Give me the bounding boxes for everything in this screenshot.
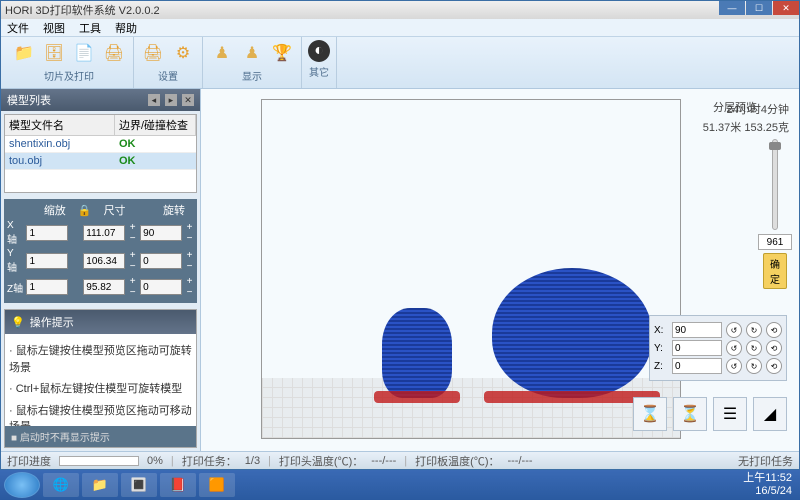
system-tray[interactable]: 上午11:52 16/5/24 (743, 472, 796, 498)
print-icon[interactable]: 🖨 (101, 40, 127, 66)
bulb-icon: 💡 (11, 316, 25, 329)
rot-cw-icon[interactable]: ↻ (746, 358, 762, 374)
taskbar: 🌐 📁 🔳 📕 🟧 上午11:52 16/5/24 (0, 470, 800, 500)
menubar: 文件 视图 工具 帮助 (1, 19, 799, 37)
statusbar: 打印进度 0% | 打印任务：1/3 | 打印头温度(℃)：---/--- | … (1, 451, 799, 469)
layer-slider[interactable]: 确定 (765, 139, 785, 289)
group-slice-label: 切片及打印 (44, 68, 94, 83)
group-other-label: 其它 (309, 64, 329, 79)
app-title: HORI 3D打印软件系统 V2.0.0.2 (5, 2, 160, 18)
viewport[interactable]: 24小时4分钟 51.37米 153.25克 分层预览 确定 X: ↺ ↻ ⟲ … (201, 89, 799, 451)
gear-icon[interactable]: ⚙ (170, 40, 196, 66)
disc-icon[interactable]: ◐ (308, 40, 330, 62)
open-icon[interactable]: 📁 (11, 40, 37, 66)
xyz-panel: X: ↺ ↻ ⟲ Y: ↺ ↻ ⟲ Z: ↺ ↻ (649, 315, 787, 381)
pawn2-icon[interactable]: ♟ (239, 40, 265, 66)
plus-minus[interactable]: +− (185, 276, 194, 298)
model-preview[interactable] (382, 308, 452, 398)
panel-prev-button[interactable]: ◂ (148, 94, 160, 106)
menu-file[interactable]: 文件 (7, 20, 29, 36)
rot-cw-icon[interactable]: ↻ (746, 340, 762, 356)
z-size-input[interactable] (83, 279, 125, 295)
export-icon[interactable]: 📄 (71, 40, 97, 66)
tips-dont-show[interactable]: ■ 启动时不再显示提示 (5, 426, 196, 447)
x-size-input[interactable] (83, 225, 125, 241)
reset-icon[interactable]: ⟲ (766, 322, 782, 338)
printer-settings-icon[interactable]: 🖨 (140, 40, 166, 66)
taskbar-ie-icon[interactable]: 🌐 (43, 473, 79, 497)
taskbar-app1-icon[interactable]: 🔳 (121, 473, 157, 497)
model-preview[interactable] (492, 268, 652, 398)
x-rot-input[interactable] (140, 225, 182, 241)
taskbar-app2-icon[interactable]: 📕 (160, 473, 196, 497)
rot-ccw-icon[interactable]: ↺ (726, 340, 742, 356)
model-file-list: 模型文件名 边界/碰撞检查 shentixin.obj OK tou.obj O… (4, 114, 197, 193)
menu-view[interactable]: 视图 (43, 20, 65, 36)
layer-preview-label: 分层预览 (713, 99, 757, 115)
list-item[interactable]: shentixin.obj OK (5, 136, 196, 153)
tips-panel: 💡 操作提示 · 鼠标左键按住模型预览区拖动可旋转场景 · Ctrl+鼠标左键按… (4, 309, 197, 448)
group-display-label: 显示 (242, 68, 262, 83)
pawn1-icon[interactable]: ♟ (209, 40, 235, 66)
y-rot-input[interactable] (140, 253, 182, 269)
menu-help[interactable]: 帮助 (115, 20, 137, 36)
list-item[interactable]: tou.obj OK (5, 153, 196, 170)
layer-value-input[interactable] (758, 234, 792, 250)
plus-minus[interactable]: +− (128, 276, 137, 298)
reset-icon[interactable]: ⟲ (766, 340, 782, 356)
plus-minus[interactable]: +− (128, 222, 137, 244)
taskbar-app3-icon[interactable]: 🟧 (199, 473, 235, 497)
z-scale-input[interactable] (26, 279, 68, 295)
view-hourglass2-icon[interactable]: ⏳ (673, 397, 707, 431)
minimize-button[interactable]: — (719, 1, 745, 15)
titlebar: HORI 3D打印软件系统 V2.0.0.2 — ☐ ✕ (1, 1, 799, 19)
save-icon[interactable]: 🗄 (41, 40, 67, 66)
x-scale-input[interactable] (26, 225, 68, 241)
view-hourglass1-icon[interactable]: ⌛ (633, 397, 667, 431)
rot-cw-icon[interactable]: ↻ (746, 322, 762, 338)
menu-tools[interactable]: 工具 (79, 20, 101, 36)
rot-ccw-icon[interactable]: ↺ (726, 322, 742, 338)
x-input[interactable] (672, 322, 722, 338)
rot-ccw-icon[interactable]: ↺ (726, 358, 742, 374)
y-input[interactable] (672, 340, 722, 356)
z-input[interactable] (672, 358, 722, 374)
transform-panel: 缩放 🔒 尺寸 旋转 X轴 +− +− Y轴 (4, 199, 197, 303)
group-settings-label: 设置 (158, 68, 178, 83)
col-check: 边界/碰撞检查 (115, 115, 196, 135)
y-scale-input[interactable] (26, 253, 68, 269)
maximize-button[interactable]: ☐ (746, 1, 772, 15)
panel-close-button[interactable]: ✕ (182, 94, 194, 106)
layer-confirm-button[interactable]: 确定 (763, 253, 787, 289)
trophy-icon[interactable]: 🏆 (269, 40, 295, 66)
col-filename: 模型文件名 (5, 115, 115, 135)
toolbar: 📁 🗄 📄 🖨 切片及打印 🖨 ⚙ 设置 ♟ ♟ 🏆 显示 ◐ (1, 37, 799, 89)
close-button[interactable]: ✕ (773, 1, 799, 15)
view-layers-icon[interactable]: ☰ (713, 397, 747, 431)
z-rot-input[interactable] (140, 279, 182, 295)
plus-minus[interactable]: +− (185, 222, 194, 244)
taskbar-explorer-icon[interactable]: 📁 (82, 473, 118, 497)
progress-bar (59, 456, 139, 466)
sidebar: 模型列表 ◂ ▸ ✕ 模型文件名 边界/碰撞检查 shentixin.obj O… (1, 89, 201, 451)
lock-icon[interactable]: 🔒 (78, 202, 92, 218)
build-volume (261, 99, 681, 439)
start-button[interactable] (4, 472, 40, 498)
reset-icon[interactable]: ⟲ (766, 358, 782, 374)
view-support-icon[interactable]: ◢ (753, 397, 787, 431)
plus-minus[interactable]: +− (185, 250, 194, 272)
plus-minus[interactable]: +− (128, 250, 137, 272)
view-mode-buttons: ⌛ ⏳ ☰ ◢ (633, 397, 787, 431)
panel-next-button[interactable]: ▸ (165, 94, 177, 106)
model-list-header: 模型列表 ◂ ▸ ✕ (1, 89, 200, 111)
y-size-input[interactable] (83, 253, 125, 269)
